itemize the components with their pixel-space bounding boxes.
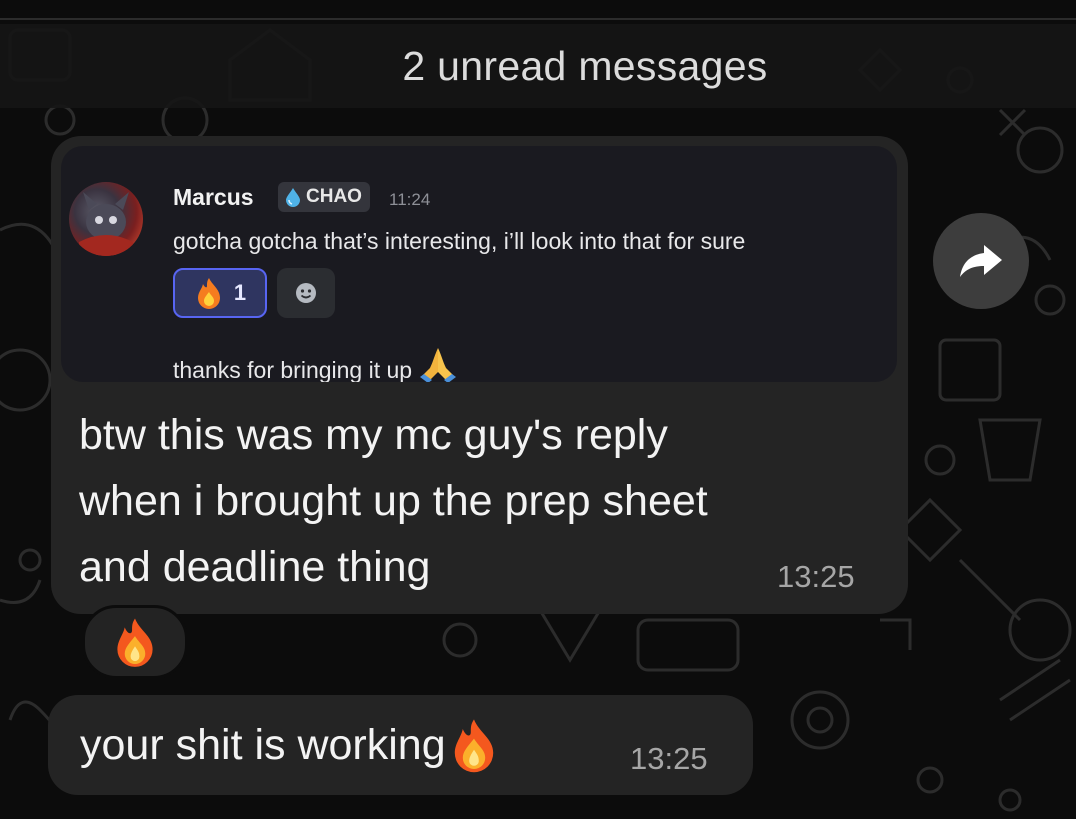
message-caption: btw this was my mc guy's reply when i br… <box>79 402 708 600</box>
discord-server-tag: CHAO <box>278 182 370 212</box>
fire-emoji-icon <box>197 278 220 309</box>
message-photo[interactable]: Marcus CHAO 11:24 gotcha gotcha that’s i… <box>61 146 897 382</box>
forward-button[interactable] <box>933 213 1029 309</box>
message-text-row: your shit is working <box>80 717 498 773</box>
message-timestamp: 13:25 <box>777 559 855 594</box>
fire-emoji-icon <box>117 618 153 667</box>
top-divider <box>0 18 1076 20</box>
discord-reaction-count: 1 <box>233 280 247 305</box>
discord-add-reaction <box>277 268 335 318</box>
message-timestamp: 13:25 <box>630 741 708 776</box>
caption-line: btw this was my mc guy's reply <box>79 411 668 459</box>
discord-author-name: Marcus <box>173 184 254 210</box>
folded-hands-emoji-icon <box>420 348 457 382</box>
caption-line: when i brought up the prep sheet <box>79 477 708 525</box>
discord-message-line-2: thanks for bringing it up <box>173 357 413 382</box>
message-reaction-fire[interactable] <box>82 605 188 679</box>
discord-message-line-1: gotcha gotcha that’s interesting, i’ll l… <box>173 228 746 254</box>
fire-emoji-icon <box>454 719 493 773</box>
discord-message-time: 11:24 <box>389 190 431 209</box>
message-bubble-text[interactable]: your shit is working 13:25 <box>48 695 753 795</box>
caption-line: and deadline thing <box>79 543 431 591</box>
avatar <box>69 182 143 256</box>
smiley-icon <box>296 283 316 303</box>
water-drop-icon <box>286 188 300 207</box>
unread-messages-label: 2 unread messages <box>402 42 768 89</box>
unread-messages-banner: 2 unread messages <box>0 24 1076 108</box>
discord-reaction-fire: 1 <box>173 268 267 318</box>
chat-screen: 2 unread messages Marcus CHAO 11:24 gotc… <box>0 0 1076 819</box>
discord-message-line-2-row: thanks for bringing it up <box>173 344 460 382</box>
discord-server-tag-label: CHAO <box>306 186 362 207</box>
message-bubble-photo[interactable]: Marcus CHAO 11:24 gotcha gotcha that’s i… <box>51 136 908 614</box>
avatar-image <box>79 192 133 256</box>
message-text: your shit is working <box>80 720 446 769</box>
share-arrow-icon <box>960 245 1002 277</box>
